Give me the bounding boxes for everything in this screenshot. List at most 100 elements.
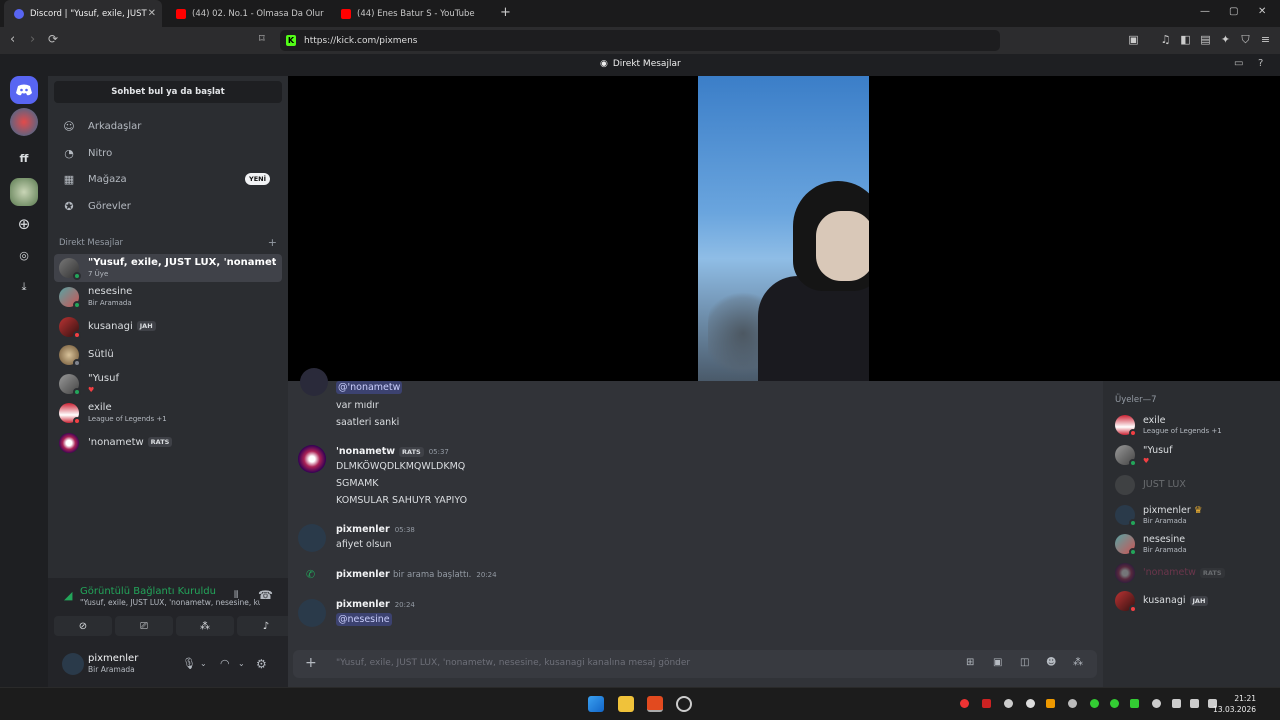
inbox-icon[interactable]: ▭ xyxy=(1234,58,1243,69)
brave-browser-icon[interactable] xyxy=(647,696,663,712)
dm-item-group[interactable]: "Yusuf, exile, JUST LUX, 'nonametw, ne..… xyxy=(54,254,282,282)
screenshot-icon[interactable]: ▣ xyxy=(1127,33,1140,46)
menu-icon[interactable]: ≡ xyxy=(1259,33,1272,46)
message-author[interactable]: pixmenler xyxy=(336,569,390,580)
dm-item-nesesine[interactable]: nesesine Bir Aramada xyxy=(54,283,282,311)
message-author[interactable]: pixmenler 05:38 xyxy=(336,524,415,535)
close-window-button[interactable]: ✕ xyxy=(1258,6,1266,17)
forward-icon[interactable]: › xyxy=(30,32,35,47)
dm-item-sutlu[interactable]: Sütlü xyxy=(54,341,282,369)
tray-icon[interactable] xyxy=(1046,699,1055,708)
member-nonametw[interactable]: 'nonametw RATS xyxy=(1111,559,1275,587)
discover-icon[interactable]: ◎ xyxy=(10,241,38,269)
minimize-button[interactable]: — xyxy=(1200,6,1210,17)
dm-item-nonametw[interactable]: 'nonametw RATS xyxy=(54,429,282,457)
dm-search-button[interactable]: Sohbet bul ya da başlat xyxy=(54,81,282,103)
file-explorer-icon[interactable] xyxy=(618,696,634,712)
video-stream-tile[interactable] xyxy=(698,76,869,381)
shield-icon[interactable]: ⛉ xyxy=(1239,33,1252,46)
activities-button[interactable]: ⁂ xyxy=(176,616,234,636)
mention[interactable]: @nesesine xyxy=(336,613,392,626)
disconnect-icon[interactable]: ☎ xyxy=(258,588,273,602)
wallet-icon[interactable]: ▤ xyxy=(1199,33,1212,46)
avatar[interactable] xyxy=(62,653,84,675)
member-nesesine[interactable]: nesesine Bir Aramada xyxy=(1111,530,1275,558)
maximize-button[interactable]: ▢ xyxy=(1229,6,1238,17)
tray-icon[interactable] xyxy=(1130,699,1139,708)
nav-shop[interactable]: ▦ Mağaza YENİ xyxy=(54,167,282,191)
noise-suppression-icon[interactable]: ⫴ xyxy=(234,590,238,601)
emoji-icon[interactable]: ☻ xyxy=(1046,657,1056,668)
download-icon[interactable]: ⤓ xyxy=(10,273,38,301)
video-call-area[interactable] xyxy=(288,76,1280,381)
member-just-lux[interactable]: JUST LUX xyxy=(1111,471,1275,499)
tray-icon[interactable] xyxy=(1004,699,1013,708)
server-ff[interactable]: ff xyxy=(10,144,38,172)
back-icon[interactable]: ‹ xyxy=(10,32,15,47)
avatar[interactable] xyxy=(300,368,328,396)
gif-icon[interactable]: ▣ xyxy=(993,657,1002,668)
music-icon[interactable]: ♫ xyxy=(1159,33,1172,46)
message-composer[interactable]: + "Yusuf, exile, JUST LUX, 'nonametw, ne… xyxy=(293,650,1097,678)
message-author[interactable]: pixmenler 20:24 xyxy=(336,599,415,610)
nav-quests[interactable]: ✪ Görevler xyxy=(54,194,282,218)
soundboard-button[interactable]: ♪ xyxy=(237,616,295,636)
member-exile[interactable]: exile League of Legends +1 xyxy=(1111,411,1275,439)
tab-discord[interactable]: Discord | "Yusuf, exile, JUST ✕ xyxy=(4,0,162,27)
member-pixmenler[interactable]: pixmenler ♛ Bir Aramada xyxy=(1111,501,1275,529)
create-dm-icon[interactable]: + xyxy=(268,236,277,249)
discord-home-button[interactable] xyxy=(10,76,38,104)
youtube-favicon-icon xyxy=(341,8,351,19)
tray-icon[interactable] xyxy=(960,699,969,708)
nav-label: Görevler xyxy=(88,200,131,212)
server-avatar-2[interactable] xyxy=(10,178,38,206)
message-author[interactable]: 'nonametw RATS 05:37 xyxy=(336,446,449,457)
close-tab-icon[interactable]: ✕ xyxy=(148,8,156,19)
url-field[interactable]: K https://kick.com/pixmens xyxy=(280,30,1000,51)
settings-gear-icon[interactable]: ⚙ xyxy=(256,657,267,671)
mention[interactable]: @'nonametw xyxy=(336,381,403,394)
sidebar-icon[interactable]: ◧ xyxy=(1179,33,1192,46)
reload-icon[interactable]: ⟳ xyxy=(48,32,58,46)
new-tab-button[interactable]: + xyxy=(500,5,511,20)
screen-share-button[interactable]: ⎚ xyxy=(115,616,173,636)
server-avatar-1[interactable] xyxy=(10,108,38,136)
dm-item-yusuf[interactable]: "Yusuf ♥ xyxy=(54,370,282,398)
tray-icon[interactable] xyxy=(1068,699,1077,708)
tray-icon[interactable] xyxy=(1026,699,1035,708)
start-menu-icon[interactable] xyxy=(588,696,604,712)
avatar[interactable] xyxy=(298,524,326,552)
app-icon[interactable] xyxy=(676,696,692,712)
chevron-down-icon[interactable]: ⌄ xyxy=(200,659,207,668)
system-clock[interactable]: 21:21 13.03.2026 xyxy=(1213,693,1256,715)
add-server-icon[interactable]: ⊕ xyxy=(10,210,38,238)
chevron-down-icon[interactable]: ⌄ xyxy=(238,659,245,668)
volume-icon[interactable] xyxy=(1190,699,1199,708)
nav-nitro[interactable]: ◔ Nitro xyxy=(54,141,282,165)
tray-icon[interactable] xyxy=(1110,699,1119,708)
tray-icon[interactable] xyxy=(1090,699,1099,708)
bookmark-icon[interactable]: ⌑ xyxy=(259,32,265,45)
camera-toggle-button[interactable]: ⊘ xyxy=(54,616,112,636)
help-icon[interactable]: ? xyxy=(1258,58,1263,69)
ai-icon[interactable]: ✦ xyxy=(1219,33,1232,46)
nav-friends[interactable]: ☺ Arkadaşlar xyxy=(54,114,282,138)
sticker-icon[interactable]: ◫ xyxy=(1020,657,1029,668)
microphone-tray-icon[interactable] xyxy=(1152,699,1161,708)
attach-plus-icon[interactable]: + xyxy=(305,655,317,671)
tab-youtube-2[interactable]: (44) Enes Batur S - YouTube xyxy=(331,0,489,27)
microphone-icon[interactable]: 🎙︎ xyxy=(182,657,196,670)
tray-icon[interactable] xyxy=(982,699,991,708)
avatar[interactable] xyxy=(298,599,326,627)
voice-status[interactable]: Görüntülü Bağlantı Kuruldu xyxy=(80,586,216,597)
gift-icon[interactable]: ⊞ xyxy=(966,657,974,668)
headphones-icon[interactable]: ◠ xyxy=(220,657,230,670)
network-icon[interactable] xyxy=(1172,699,1181,708)
dm-item-exile[interactable]: exile League of Legends +1 xyxy=(54,399,282,427)
apps-icon[interactable]: ⁂ xyxy=(1073,657,1083,668)
avatar[interactable] xyxy=(298,445,326,473)
dm-item-kusanagi[interactable]: kusanagi JAH xyxy=(54,313,282,341)
member-yusuf[interactable]: "Yusuf ♥ xyxy=(1111,441,1275,469)
member-kusanagi[interactable]: kusanagi JAH xyxy=(1111,587,1275,615)
tab-youtube-1[interactable]: (44) 02. No.1 - Olmasa Da Olur (2 xyxy=(166,0,324,27)
